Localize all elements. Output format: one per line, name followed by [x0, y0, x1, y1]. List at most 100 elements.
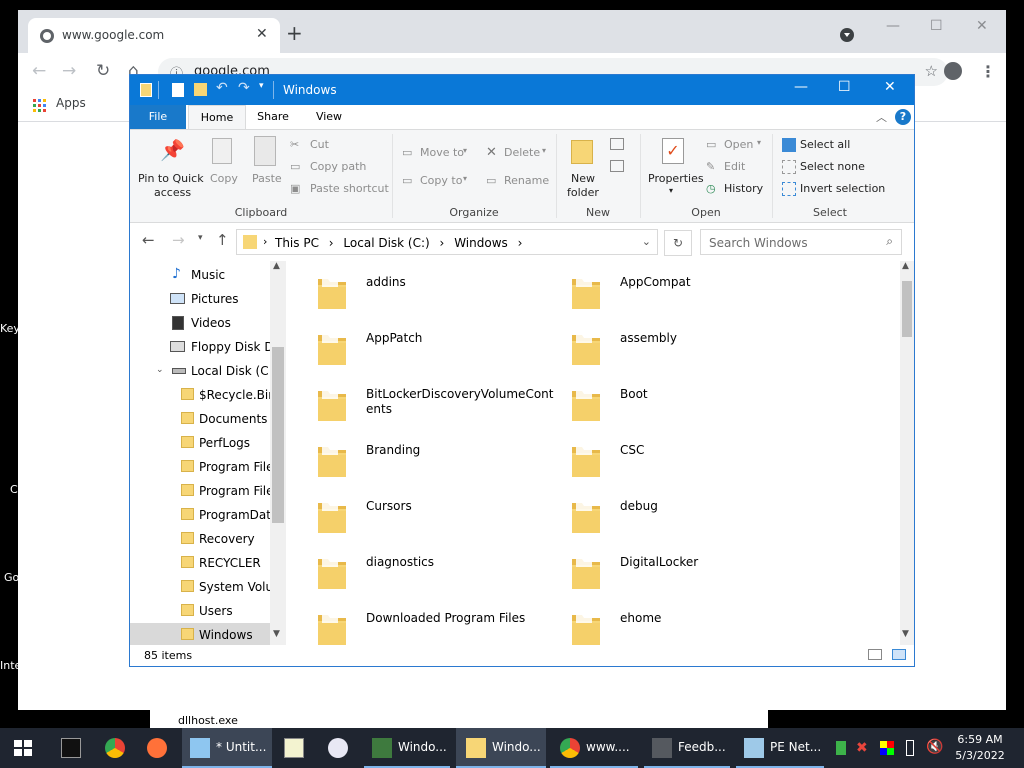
- scrollbar-thumb[interactable]: [272, 347, 284, 523]
- file-item[interactable]: CSC: [560, 437, 810, 487]
- taskbar-chrome[interactable]: [96, 728, 134, 768]
- nav-item-windows[interactable]: Windows: [130, 623, 270, 645]
- properties-qat-icon[interactable]: [172, 83, 184, 97]
- nav-item-folder[interactable]: Program Files: [130, 455, 280, 479]
- history-button[interactable]: History: [724, 182, 763, 195]
- back-icon[interactable]: ←: [142, 231, 155, 249]
- minimize-icon[interactable]: —: [794, 79, 808, 95]
- properties-button[interactable]: ✓ Properties ▾: [644, 136, 704, 200]
- maximize-icon[interactable]: ☐: [838, 79, 851, 95]
- nav-item-folder[interactable]: System Volun: [130, 575, 281, 599]
- system-clock[interactable]: 6:59 AM 5/3/2022: [950, 732, 1010, 764]
- nav-item-local-disk[interactable]: ⌄ Local Disk (C:): [130, 359, 277, 383]
- back-icon[interactable]: ←: [32, 61, 46, 81]
- breadcrumb-this-pc[interactable]: This PC: [275, 236, 319, 250]
- nav-item-folder[interactable]: PerfLogs: [130, 431, 270, 455]
- chrome-tab[interactable]: www.google.com ✕: [28, 18, 280, 53]
- apps-bookmark[interactable]: Apps: [56, 96, 86, 110]
- file-item[interactable]: Downloaded Program Files: [306, 605, 556, 645]
- up-icon[interactable]: ↑: [216, 231, 229, 249]
- help-icon[interactable]: ?: [895, 109, 911, 125]
- customize-qat-icon[interactable]: ▾: [259, 81, 264, 91]
- details-view-icon[interactable]: [868, 649, 882, 660]
- file-item[interactable]: Cursors: [306, 493, 556, 543]
- scrollbar-thumb[interactable]: [902, 281, 912, 337]
- select-all-button[interactable]: Select all: [800, 138, 850, 151]
- close-icon[interactable]: ✕: [884, 79, 896, 95]
- invert-selection-button[interactable]: Invert selection: [800, 182, 885, 195]
- easy-access-icon[interactable]: [610, 160, 624, 172]
- paste-shortcut-button[interactable]: Paste shortcut: [310, 182, 389, 195]
- taskbar-chrome-window[interactable]: www....: [550, 728, 638, 768]
- tray-network-error-icon[interactable]: ✖: [856, 740, 868, 756]
- breadcrumb-local-disk[interactable]: Local Disk (C:): [343, 236, 429, 250]
- tab-file[interactable]: File: [130, 105, 186, 129]
- new-folder-button[interactable]: New folder: [562, 136, 606, 200]
- file-item[interactable]: addins: [306, 269, 556, 319]
- title-bar[interactable]: ↶ ↷ ▾ Windows — ☐ ✕: [130, 75, 914, 105]
- refresh-icon[interactable]: ↻: [664, 230, 692, 256]
- file-item[interactable]: AppCompat: [560, 269, 810, 319]
- taskbar-windows-1[interactable]: Windo...: [364, 728, 450, 768]
- pin-to-quick-access-button[interactable]: 📌 Pin to Quick access: [134, 136, 206, 200]
- nav-scrollbar[interactable]: ▲ ▼: [270, 261, 286, 645]
- desktop-label[interactable]: Go: [4, 571, 19, 584]
- taskbar-windows-explorer[interactable]: Windo...: [456, 728, 546, 768]
- scroll-down-icon[interactable]: ▼: [902, 629, 909, 639]
- new-folder-qat-icon[interactable]: [194, 83, 207, 96]
- nav-item-videos[interactable]: Videos: [130, 311, 270, 335]
- file-item[interactable]: AppPatch: [306, 325, 556, 375]
- move-to-button[interactable]: Move to: [420, 146, 464, 159]
- nav-item-folder[interactable]: Program Files: [130, 479, 280, 503]
- taskbar-cmd[interactable]: [52, 728, 90, 768]
- nav-item-folder[interactable]: ProgramData: [130, 503, 278, 527]
- collapse-ribbon-icon[interactable]: ︿: [876, 109, 887, 125]
- taskbar-firefox[interactable]: [138, 728, 176, 768]
- volume-muted-icon[interactable]: 🔇: [926, 739, 943, 755]
- profile-icon[interactable]: [944, 62, 962, 80]
- scroll-up-icon[interactable]: ▲: [902, 261, 909, 271]
- taskbar-pe-net[interactable]: PE Net...: [736, 728, 824, 768]
- new-item-icon[interactable]: [610, 138, 624, 150]
- taskbar-app[interactable]: [276, 728, 312, 768]
- taskbar-notepad[interactable]: * Untit...: [182, 728, 272, 768]
- chevron-down-icon[interactable]: ⌄: [156, 365, 164, 375]
- cut-button[interactable]: Cut: [310, 138, 329, 151]
- large-icons-view-icon[interactable]: [892, 649, 906, 660]
- tab-view[interactable]: View: [304, 105, 354, 129]
- nav-item-folder[interactable]: Users: [130, 599, 270, 623]
- nav-item-folder[interactable]: Recovery: [130, 527, 270, 551]
- file-item[interactable]: debug: [560, 493, 810, 543]
- search-input[interactable]: Search Windows ⌕: [700, 229, 902, 255]
- file-item[interactable]: Boot: [560, 381, 810, 431]
- nav-item-folder[interactable]: $Recycle.Bin: [130, 383, 276, 407]
- maximize-icon[interactable]: ☐: [930, 18, 943, 34]
- close-tab-icon[interactable]: ✕: [256, 26, 268, 42]
- recent-locations-icon[interactable]: ▾: [198, 233, 203, 243]
- reload-icon[interactable]: ↻: [96, 61, 110, 81]
- apps-icon[interactable]: [33, 99, 46, 112]
- edit-button[interactable]: Edit: [724, 160, 745, 173]
- scroll-up-icon[interactable]: ▲: [273, 261, 280, 271]
- desktop-label[interactable]: Inte: [0, 659, 21, 672]
- file-item[interactable]: diagnostics: [306, 549, 556, 599]
- star-icon[interactable]: ☆: [925, 62, 938, 80]
- tray-app-icon[interactable]: [836, 741, 846, 755]
- nav-item-folder[interactable]: RECYCLER: [130, 551, 270, 575]
- forward-icon[interactable]: →: [62, 61, 76, 81]
- tab-home[interactable]: Home: [188, 105, 246, 131]
- file-item[interactable]: ehome: [560, 605, 810, 645]
- paste-button[interactable]: Paste: [248, 136, 284, 200]
- minimize-icon[interactable]: —: [886, 18, 900, 34]
- nav-item-floppy[interactable]: Floppy Disk Dri: [130, 335, 282, 359]
- undo-icon[interactable]: ↶: [216, 80, 228, 96]
- copy-path-button[interactable]: Copy path: [310, 160, 366, 173]
- delete-button[interactable]: Delete: [504, 146, 540, 159]
- taskbar-paint[interactable]: [318, 728, 358, 768]
- nav-item-music[interactable]: ♪ Music: [130, 263, 270, 287]
- file-item[interactable]: DigitalLocker: [560, 549, 810, 599]
- taskbar-feedback[interactable]: Feedb...: [644, 728, 730, 768]
- content-scrollbar[interactable]: ▲ ▼: [900, 261, 914, 645]
- breadcrumb-windows[interactable]: Windows: [454, 236, 508, 250]
- tray-usb-icon[interactable]: [906, 740, 914, 756]
